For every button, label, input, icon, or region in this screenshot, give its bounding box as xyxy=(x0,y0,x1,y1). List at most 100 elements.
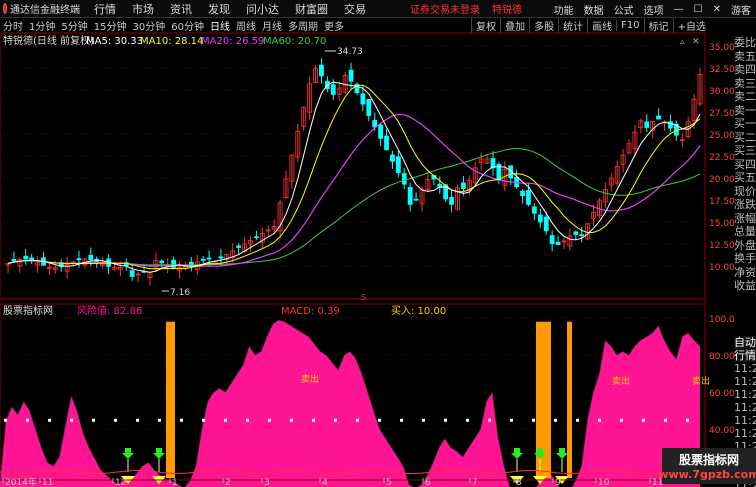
level-dot xyxy=(114,418,117,422)
quote-tab-6[interactable]: 买一 xyxy=(734,117,756,131)
main-y-tick: 10.00 xyxy=(709,263,734,273)
candle-body xyxy=(188,261,194,265)
quote-tab-3[interactable]: 卖三 xyxy=(734,77,756,91)
candle-body xyxy=(526,190,531,205)
level-dot xyxy=(48,418,51,422)
level-dot xyxy=(224,418,227,422)
main-y-tick: 30.00 xyxy=(709,87,734,97)
indicator-y-tick: 80.00 xyxy=(709,352,734,362)
date-label: 3 xyxy=(264,478,270,487)
chart-title: 特锐德(日线 前复权) xyxy=(3,34,94,47)
main-y-tick: 25.00 xyxy=(709,131,734,141)
candle-body xyxy=(555,241,561,246)
risk-area-fill xyxy=(0,319,700,487)
date-label: 8 xyxy=(516,478,522,487)
level-dot xyxy=(356,418,359,422)
level-dot xyxy=(70,418,73,422)
buy-arrow-icon xyxy=(511,448,523,459)
main-y-tick: 35.00 xyxy=(709,43,734,53)
level-dot xyxy=(466,418,469,422)
date-label: 1 xyxy=(172,478,178,487)
level-dot xyxy=(620,418,623,422)
quote-tab-11[interactable]: 现价 xyxy=(734,185,756,199)
quote-tab-4[interactable]: 卖二 xyxy=(734,90,756,104)
panel-up-icon[interactable]: ▵ xyxy=(680,37,685,47)
indicator-name: 股票指标网 xyxy=(3,304,53,317)
candle-body xyxy=(366,99,372,116)
ma60-line xyxy=(7,147,701,266)
date-label: 11 xyxy=(42,478,53,487)
buy-arrow-icon xyxy=(153,448,165,459)
quote-tab-13[interactable]: 涨幅 xyxy=(734,212,756,226)
level-dot xyxy=(642,418,645,422)
candle-body xyxy=(384,135,389,151)
candle-body xyxy=(236,245,242,248)
watermark-url: www.7gpzb.com xyxy=(658,468,756,481)
candle-body xyxy=(656,115,661,120)
candle-body xyxy=(218,256,224,259)
level-dot xyxy=(554,418,557,422)
ma5-label: MA5: 30.33 xyxy=(86,36,143,47)
quote-tab-9[interactable]: 买四 xyxy=(734,158,756,172)
tick-tab-0[interactable]: 自动 xyxy=(734,336,756,349)
candle-body xyxy=(11,259,17,262)
candle-body xyxy=(401,173,407,185)
level-dot xyxy=(268,418,271,422)
level-dot xyxy=(312,418,315,422)
quote-tab-7[interactable]: 买二 xyxy=(734,131,756,145)
quote-tab-15[interactable]: 外盘 xyxy=(734,239,756,253)
quote-tab-8[interactable]: 买三 xyxy=(734,144,756,158)
indicator-y-tick: 40.00 xyxy=(709,426,734,436)
level-dot xyxy=(4,418,7,422)
quote-tab-2[interactable]: 卖四 xyxy=(734,63,756,77)
quote-tab-17[interactable]: 净资 xyxy=(734,266,756,280)
candle-body xyxy=(461,182,466,189)
level-dot xyxy=(136,418,139,422)
quote-tab-0[interactable]: 委比 xyxy=(734,36,756,50)
quote-tab-12[interactable]: 涨跌 xyxy=(734,198,756,212)
level-dot xyxy=(488,418,491,422)
level-dot xyxy=(422,418,425,422)
s-marker: S xyxy=(361,293,366,302)
tick-tab-1[interactable]: 行情 xyxy=(734,349,756,362)
candle-body xyxy=(129,270,135,277)
candle-body xyxy=(520,190,525,196)
quote-tab-1[interactable]: 卖五 xyxy=(734,50,756,64)
level-dot xyxy=(576,418,579,422)
main-y-tick: 15.00 xyxy=(709,219,734,229)
tick-tab-6: 11:29 xyxy=(734,414,756,427)
tick-tab-2: 11:29 xyxy=(734,362,756,375)
ma10-label: MA10: 28.14 xyxy=(140,36,203,47)
tick-tab-3: 11:29 xyxy=(734,375,756,388)
candle-body xyxy=(395,156,401,174)
quote-tab-5[interactable]: 卖一 xyxy=(734,104,756,118)
quote-tab-14[interactable]: 总量 xyxy=(734,225,756,239)
candle-body xyxy=(549,235,555,245)
candle-body xyxy=(449,197,454,205)
tick-tab-5: 11:29 xyxy=(734,401,756,414)
indicator-y-tick: 100.00 xyxy=(709,315,734,325)
low-price-label: 7.16 xyxy=(170,288,190,298)
chart-area[interactable]: 35.00 32.50 30.00 27.50 25.00 22.50 20.00 17.50… xyxy=(0,0,734,487)
level-dot xyxy=(686,418,689,422)
indicator-y-tick: 60.00 xyxy=(709,389,734,399)
main-y-tick: 27.50 xyxy=(709,109,734,119)
candle-body xyxy=(23,255,29,260)
level-dot xyxy=(444,418,447,422)
quote-tab-10[interactable]: 买五 xyxy=(734,171,756,185)
main-y-tick: 20.00 xyxy=(709,175,734,185)
level-dot xyxy=(400,418,403,422)
site-watermark: 股票指标网 www.7gpzb.com xyxy=(658,448,756,484)
quote-tab-16[interactable]: 换手 xyxy=(734,252,756,266)
candle-body xyxy=(254,236,259,239)
panel-close-icon[interactable]: ✕ xyxy=(692,37,700,47)
quote-tab-18[interactable]: 收益 xyxy=(734,279,756,293)
watermark-title: 股票指标网 xyxy=(678,453,739,467)
candle-body xyxy=(159,260,165,264)
level-dot xyxy=(510,418,513,422)
main-y-tick: 22.50 xyxy=(709,153,734,163)
level-dot xyxy=(532,418,535,422)
date-label: 7 xyxy=(472,478,478,487)
date-label: 2014年 xyxy=(5,476,37,487)
candle-body xyxy=(319,64,324,77)
